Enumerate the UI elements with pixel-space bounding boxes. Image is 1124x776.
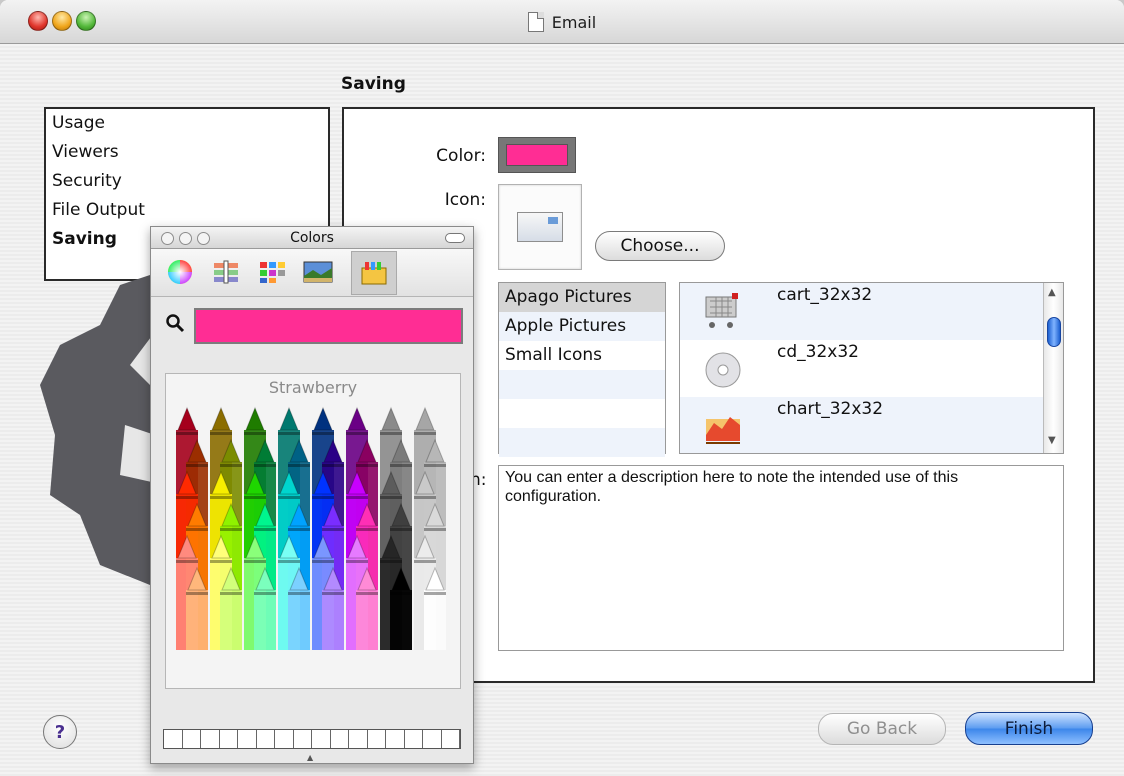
document-icon (527, 12, 544, 32)
icon-row-cart[interactable]: cart_32x32 (680, 283, 1063, 340)
email-window: Email Saving Usage Viewers Security File… (0, 0, 1124, 776)
swatch-resize-grip[interactable]: ▲ (307, 753, 313, 762)
scroll-up-icon[interactable]: ▲ (1048, 287, 1056, 298)
scroll-down-icon[interactable]: ▼ (1048, 435, 1056, 446)
source-empty-row (499, 370, 665, 399)
source-apple-pictures[interactable]: Apple Pictures (499, 312, 665, 341)
description-field[interactable]: You can enter a description here to note… (498, 465, 1064, 651)
crayons-icon[interactable] (351, 251, 397, 295)
colors-title: Colors (290, 230, 334, 246)
crayon-box: Strawberry (165, 373, 461, 689)
cd-icon (705, 352, 741, 388)
color-well[interactable] (498, 137, 576, 173)
source-small-icons[interactable]: Small Icons (499, 341, 665, 370)
category-usage[interactable]: Usage (46, 109, 328, 138)
icon-list: cart_32x32 cd_32x32 chart_32x32 ▲ ▼ (679, 282, 1064, 454)
colors-mode-tabs (151, 249, 473, 297)
crayon-name: Strawberry (268, 378, 358, 397)
icon-label: Icon: (444, 190, 486, 210)
icon-row-chart[interactable]: chart_32x32 (680, 397, 1063, 453)
window-title-text: Email (551, 12, 597, 32)
color-label: Color: (436, 146, 486, 166)
current-color-well (194, 308, 463, 344)
crayons-graphic (361, 262, 387, 285)
palettes-icon[interactable] (257, 257, 287, 287)
sliders-icon[interactable] (211, 257, 241, 287)
magnifier-icon[interactable] (165, 313, 185, 333)
finish-button[interactable]: Finish (965, 712, 1093, 745)
image-palette-icon[interactable] (303, 257, 333, 287)
sliders-graphic (214, 260, 238, 284)
icon-name-chart: chart_32x32 (777, 399, 884, 419)
image-palette-graphic (303, 261, 333, 283)
color-well-fill (506, 144, 568, 166)
scroll-thumb[interactable] (1047, 317, 1061, 347)
chart-icon (706, 417, 740, 444)
colors-panel: Colors Strawberry ▲ (150, 226, 474, 764)
icon-well[interactable] (498, 184, 582, 270)
icon-name-cd: cd_32x32 (777, 342, 859, 362)
window-title: Email (0, 0, 1124, 44)
icon-source-list: Apago Pictures Apple Pictures Small Icon… (498, 282, 666, 457)
category-file-output[interactable]: File Output (46, 196, 328, 225)
icon-list-scrollbar[interactable]: ▲ ▼ (1043, 283, 1063, 453)
cart-icon (705, 293, 738, 328)
email-icon (517, 212, 563, 242)
category-viewers[interactable]: Viewers (46, 138, 328, 167)
palettes-graphic (260, 262, 285, 283)
title-bar: Email (0, 0, 1124, 44)
toolbar-toggle-button[interactable] (445, 233, 465, 243)
source-apago-pictures[interactable]: Apago Pictures (499, 283, 665, 312)
icon-name-cart: cart_32x32 (777, 285, 873, 305)
help-button[interactable]: ? (43, 715, 77, 749)
icon-row-cd[interactable]: cd_32x32 (680, 340, 1063, 397)
color-swatches-bar[interactable] (163, 729, 461, 749)
go-back-button[interactable]: Go Back (818, 713, 946, 745)
colors-title-bar: Colors (151, 227, 473, 249)
color-wheel-icon[interactable] (165, 257, 195, 287)
source-empty-row (499, 399, 665, 428)
color-wheel-graphic (168, 260, 192, 284)
section-title: Saving (341, 74, 406, 94)
choose-button[interactable]: Choose... (595, 231, 725, 261)
category-security[interactable]: Security (46, 167, 328, 196)
source-empty-row (499, 428, 665, 457)
crayon-grid (176, 406, 446, 650)
